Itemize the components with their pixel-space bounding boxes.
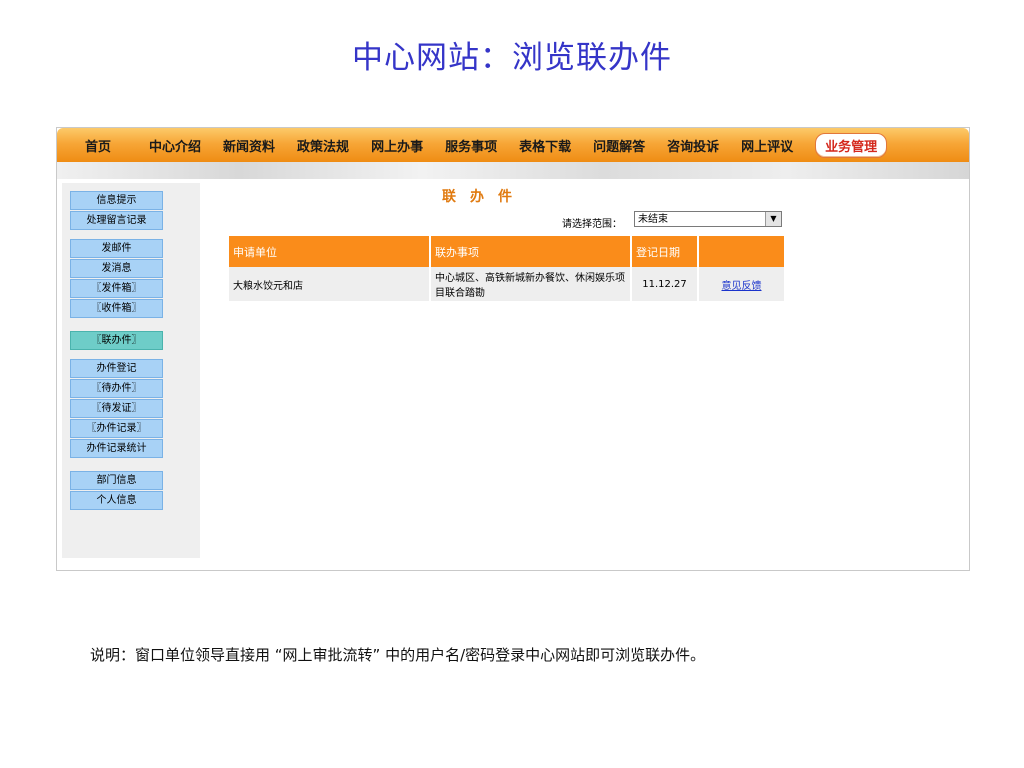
- banner-strip: [57, 162, 969, 179]
- sidebar-item-department-info[interactable]: 部门信息: [70, 471, 163, 490]
- sidebar-item-personal-info[interactable]: 个人信息: [70, 491, 163, 510]
- nav-item-news[interactable]: 新闻资料: [223, 136, 275, 155]
- column-header-matter: 联办事项: [430, 236, 632, 267]
- nav-item-faq[interactable]: 问题解答: [593, 136, 645, 155]
- nav-item-online-review[interactable]: 网上评议: [741, 136, 793, 155]
- nav-item-forms-download[interactable]: 表格下载: [519, 136, 571, 155]
- table-header-row: 申请单位 联办事项 登记日期: [229, 236, 784, 267]
- feedback-link[interactable]: 意见反馈: [722, 281, 762, 292]
- cell-matter: 中心城区、高铁新城新办餐饮、休闲娱乐项目联合踏勘: [430, 267, 632, 301]
- nav-item-online-service[interactable]: 网上办事: [371, 136, 423, 155]
- section-title: 联办件: [442, 189, 526, 205]
- joint-cases-table: 申请单位 联办事项 登记日期 大粮水饺元和店 中心城区、高铁新城新办餐饮、休闲娱…: [229, 236, 784, 301]
- sidebar-item-case-statistics[interactable]: 办件记录统计: [70, 439, 163, 458]
- sidebar-item-case-registration[interactable]: 办件登记: [70, 359, 163, 378]
- page-title: 中心网站：浏览联办件: [352, 40, 672, 76]
- sidebar-group-cases: 办件登记 〖待办件〗 〖待发证〗 〖办件记录〗 办件记录统计: [70, 359, 163, 459]
- scope-select[interactable]: 未结束 ▼: [634, 211, 782, 227]
- app-window: 首页 中心介绍 新闻资料 政策法规 网上办事 服务事项 表格下载 问题解答 咨询…: [56, 127, 970, 571]
- cell-action: 意见反馈: [698, 267, 784, 301]
- sidebar-group-info: 部门信息 个人信息: [70, 471, 163, 511]
- scope-label: 请选择范围：: [562, 219, 622, 230]
- nav-item-consult-complain[interactable]: 咨询投诉: [667, 136, 719, 155]
- nav-item-business-management[interactable]: 业务管理: [815, 132, 888, 158]
- sidebar-group-mail: 发邮件 发消息 〖发件箱〗 〖收件箱〗: [70, 239, 163, 319]
- sidebar-group-joint: 〖联办件〗: [70, 331, 163, 351]
- sidebar: 信息提示 处理留言记录 发邮件 发消息 〖发件箱〗 〖收件箱〗 〖联办件〗 办件…: [62, 183, 200, 558]
- sidebar-item-case-records[interactable]: 〖办件记录〗: [70, 419, 163, 438]
- nav-item-about[interactable]: 中心介绍: [149, 136, 201, 155]
- sidebar-item-info-tips[interactable]: 信息提示: [70, 191, 163, 210]
- caption-note: 说明：窗口单位领导直接用 “网上审批流转” 中的用户名/密码登录中心网站即可浏览…: [90, 646, 706, 664]
- cell-date: 11.12.27: [631, 267, 699, 301]
- sidebar-group-messages: 信息提示 处理留言记录: [70, 191, 163, 231]
- sidebar-item-outbox[interactable]: 〖发件箱〗: [70, 279, 163, 298]
- sidebar-item-joint-cases[interactable]: 〖联办件〗: [70, 331, 163, 350]
- column-header-unit: 申请单位: [229, 236, 431, 267]
- sidebar-item-message-records[interactable]: 处理留言记录: [70, 211, 163, 230]
- cell-unit: 大粮水饺元和店: [229, 267, 431, 301]
- nav-item-home[interactable]: 首页: [85, 136, 111, 155]
- dropdown-arrow-icon[interactable]: ▼: [765, 212, 781, 226]
- sidebar-item-send-mail[interactable]: 发邮件: [70, 239, 163, 258]
- sidebar-item-inbox[interactable]: 〖收件箱〗: [70, 299, 163, 318]
- column-header-action: [698, 236, 784, 267]
- nav-item-policy[interactable]: 政策法规: [297, 136, 349, 155]
- sidebar-item-pending-cases[interactable]: 〖待办件〗: [70, 379, 163, 398]
- sidebar-item-pending-certificates[interactable]: 〖待发证〗: [70, 399, 163, 418]
- nav-item-service-items[interactable]: 服务事项: [445, 136, 497, 155]
- sidebar-item-send-message[interactable]: 发消息: [70, 259, 163, 278]
- top-navigation: 首页 中心介绍 新闻资料 政策法规 网上办事 服务事项 表格下载 问题解答 咨询…: [57, 128, 969, 162]
- column-header-date: 登记日期: [631, 236, 699, 267]
- scope-select-value: 未结束: [638, 214, 668, 225]
- main-content: 联办件 请选择范围： 未结束 ▼ 申请单位 联办事项 登记日期 大粮水饺元和店 …: [207, 183, 967, 558]
- table-row: 大粮水饺元和店 中心城区、高铁新城新办餐饮、休闲娱乐项目联合踏勘 11.12.2…: [229, 267, 784, 301]
